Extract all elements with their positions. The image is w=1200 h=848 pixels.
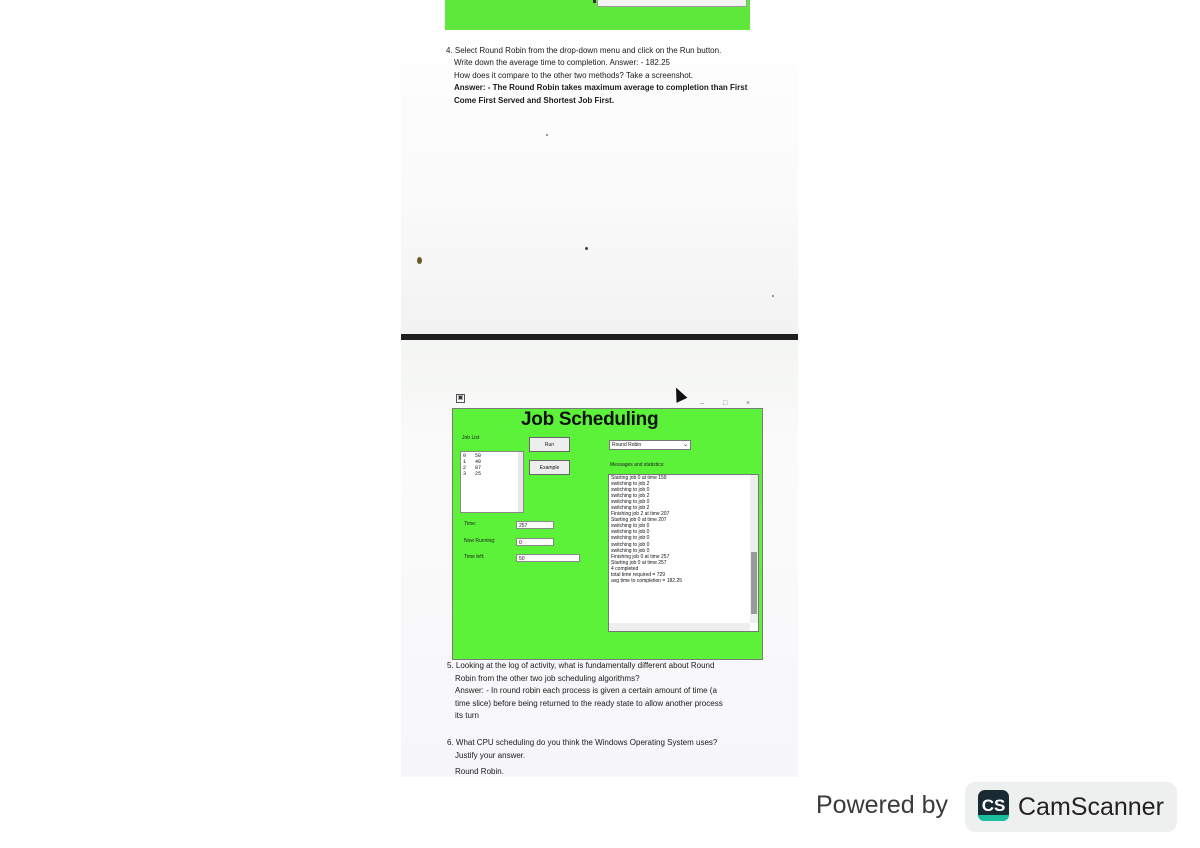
messages-label: Messages and statistics: bbox=[610, 462, 665, 468]
question-5-line-1: Looking at the log of activity, what is … bbox=[455, 661, 715, 670]
camscanner-logo-icon: CS bbox=[978, 790, 1009, 821]
document-page-top: 4. Select Round Robin from the drop-down… bbox=[401, 0, 798, 338]
question-6-line-2: Justify your answer. bbox=[455, 750, 526, 760]
maximize-icon[interactable]: □ bbox=[723, 400, 727, 407]
question-4-line-2: Write down the average time to completio… bbox=[454, 58, 670, 68]
message-line: avg time to completion = 182.25 bbox=[611, 577, 683, 584]
now-running-field[interactable]: 0 bbox=[516, 538, 554, 546]
question-4: 4. Select Round Robin from the drop-down… bbox=[446, 45, 796, 107]
camscanner-badge[interactable]: CS CamScanner bbox=[965, 782, 1177, 832]
app-client-area: Job Scheduling Job List 0 50 1 40 2 87 3… bbox=[452, 408, 763, 660]
algorithm-select[interactable]: Round Robin ⌄ bbox=[609, 440, 691, 450]
question-6-line-1: What CPU scheduling do you think the Win… bbox=[455, 738, 718, 747]
minimize-icon[interactable]: – bbox=[700, 400, 704, 407]
job-list[interactable]: 0 50 1 40 2 87 3 25 bbox=[460, 451, 524, 513]
previous-screenshot-fragment bbox=[445, 0, 750, 30]
chevron-down-icon[interactable]: ⌄ bbox=[683, 441, 688, 450]
question-5: 5. Looking at the log of activity, what … bbox=[447, 660, 798, 723]
job-list-label: Job List bbox=[462, 435, 480, 441]
document-page-bottom: ▣ – □ × Job Scheduling Job List 0 50 1 4… bbox=[401, 340, 798, 777]
messages-horizontal-scrollbar[interactable] bbox=[609, 623, 750, 631]
powered-by-label: Powered by bbox=[816, 791, 949, 819]
answer-6: Round Robin. bbox=[455, 767, 504, 776]
question-6: 6. What CPU scheduling do you think the … bbox=[447, 737, 798, 762]
close-icon[interactable]: × bbox=[746, 400, 750, 407]
messages-scroll-thumb[interactable] bbox=[751, 552, 757, 614]
answer-5-line-2: time slice) before being returned to the… bbox=[455, 698, 723, 708]
logo-accent-bar bbox=[978, 815, 1009, 821]
scan-speck bbox=[585, 247, 588, 250]
time-left-field[interactable]: 50 bbox=[516, 554, 580, 562]
screenshot-fragment-box bbox=[597, 0, 747, 7]
answer-4-line-1: Answer: - The Round Robin takes maximum … bbox=[454, 83, 748, 93]
algorithm-select-value: Round Robin bbox=[612, 442, 642, 448]
answer-5-line-1: Answer: - In round robin each process is… bbox=[455, 686, 717, 696]
question-number: 4. bbox=[446, 46, 453, 55]
question-5-line-2: Robin from the other two job scheduling … bbox=[455, 673, 640, 683]
job-list-item[interactable]: 3 25 bbox=[463, 471, 481, 477]
window-titlebar: ▣ – □ × bbox=[452, 394, 763, 408]
time-left-label: Time left: bbox=[464, 554, 485, 560]
answer-5-line-3: its turn bbox=[455, 711, 480, 721]
messages-log[interactable]: Starting job 0 at time 159 switching to … bbox=[608, 474, 759, 632]
question-number: 6. bbox=[447, 738, 454, 747]
answer-4-line-2: Come First Served and Shortest Job First… bbox=[454, 95, 615, 105]
question-number: 5. bbox=[447, 661, 454, 670]
messages-list: Starting job 0 at time 159 switching to … bbox=[609, 475, 758, 584]
run-button[interactable]: Run bbox=[529, 437, 570, 452]
question-4-line-3: How does it compare to the other two met… bbox=[454, 70, 694, 80]
job-scheduling-window: ▣ – □ × Job Scheduling Job List 0 50 1 4… bbox=[452, 394, 763, 660]
scan-speck bbox=[546, 134, 548, 136]
example-button[interactable]: Example bbox=[529, 460, 570, 475]
screenshot-fragment-mark bbox=[593, 0, 596, 3]
app-window-icon: ▣ bbox=[456, 394, 465, 403]
messages-scrollbar[interactable] bbox=[750, 475, 758, 623]
question-4-line-1: Select Round Robin from the drop-down me… bbox=[454, 46, 722, 55]
time-label: Time: bbox=[464, 521, 477, 527]
scan-speck bbox=[417, 257, 422, 264]
scanned-document: 4. Select Round Robin from the drop-down… bbox=[401, 0, 798, 777]
time-field[interactable]: 257 bbox=[516, 521, 554, 529]
camscanner-logo-text: CS bbox=[981, 796, 1006, 815]
scan-speck bbox=[772, 295, 774, 297]
app-title: Job Scheduling bbox=[521, 409, 659, 430]
camscanner-brand-name: CamScanner bbox=[1018, 793, 1164, 821]
job-list-scrollbar[interactable] bbox=[518, 452, 523, 512]
now-running-label: Now Running: bbox=[464, 538, 496, 544]
